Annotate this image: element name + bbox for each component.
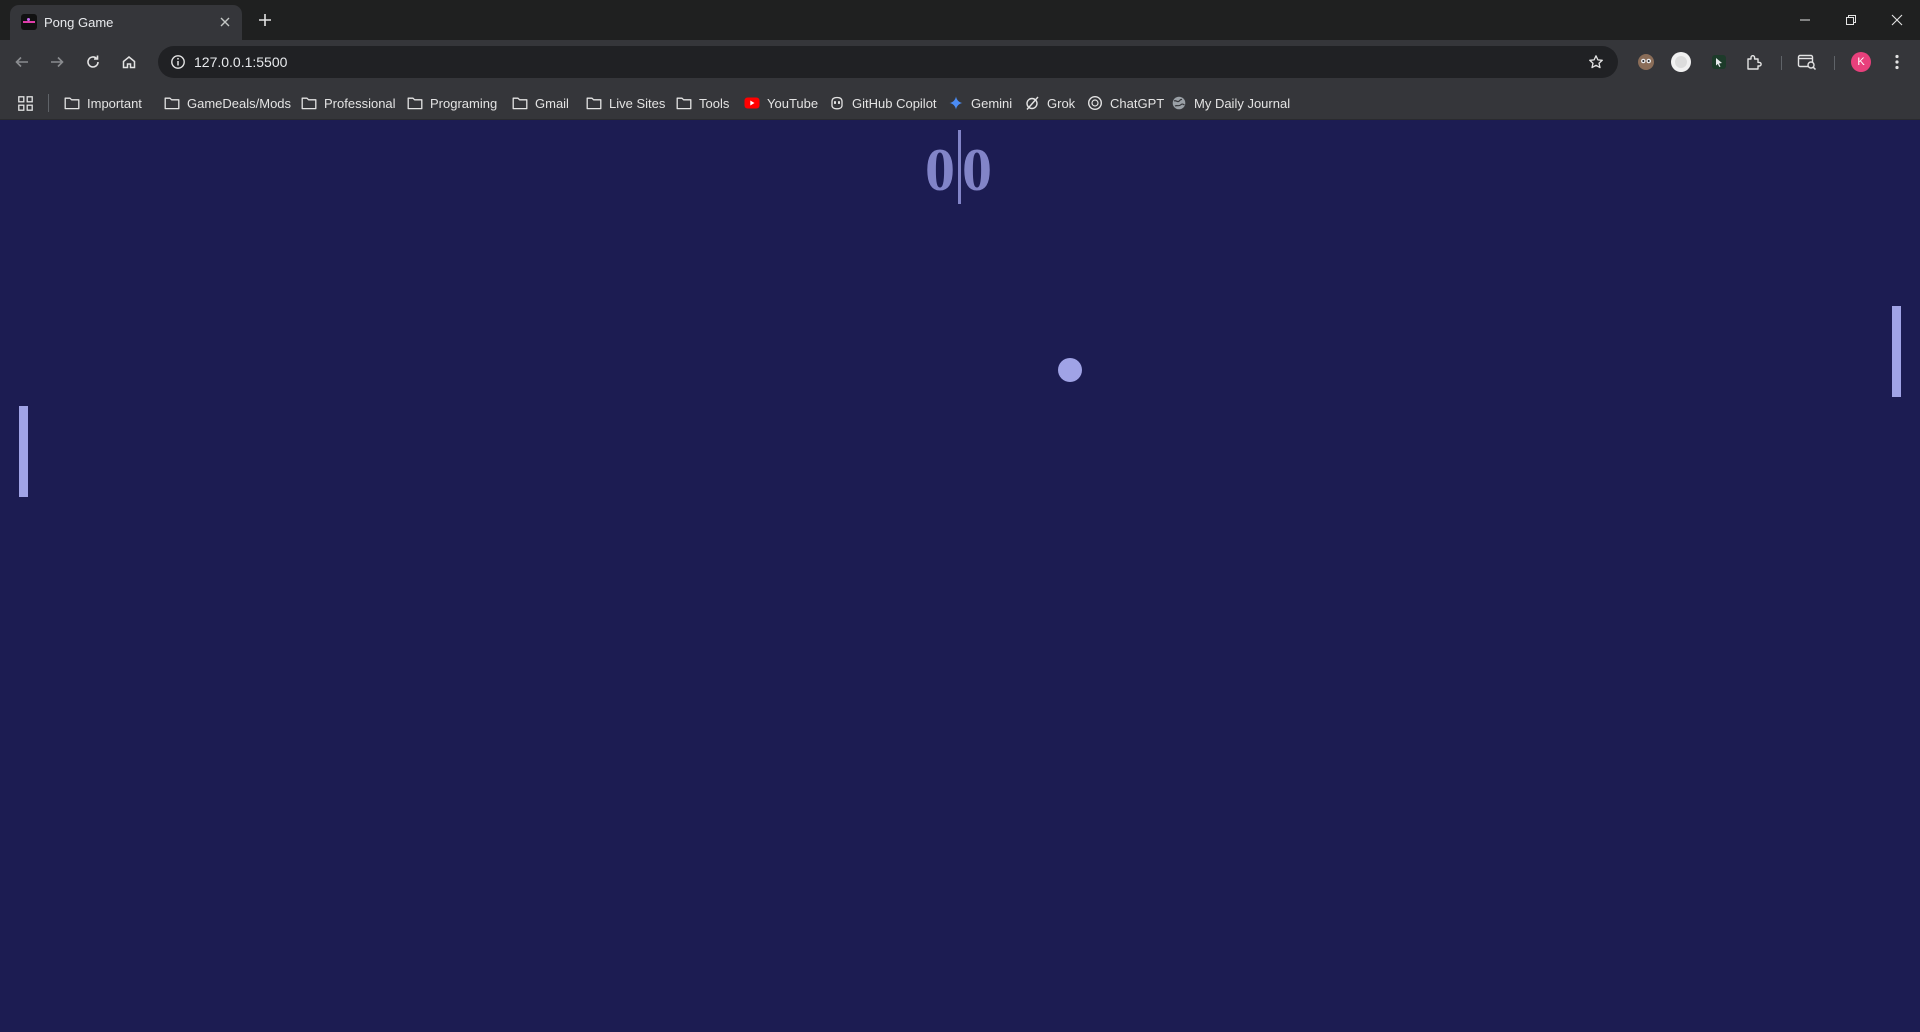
bookmark-tools[interactable]: Tools	[676, 91, 729, 115]
score-divider	[958, 130, 961, 204]
bookmark-label: ChatGPT	[1110, 95, 1165, 111]
bookmark-grok[interactable]: Grok	[1024, 91, 1075, 115]
bookmark-chatgpt[interactable]: ChatGPT	[1087, 91, 1164, 115]
bookmark-label: YouTube	[767, 95, 819, 111]
chatgpt-icon	[1087, 95, 1103, 111]
bookmark-gmail[interactable]: Gmail	[512, 91, 569, 115]
tab-favicon-icon	[21, 14, 37, 30]
profile-avatar[interactable]: K	[1849, 50, 1873, 74]
right-paddle	[1892, 306, 1901, 397]
address-bar[interactable]: 127.0.0.1:5500	[158, 46, 1618, 78]
folder-icon	[676, 95, 692, 111]
extension-avatar-icon[interactable]	[1634, 50, 1658, 74]
pong-ball	[1058, 358, 1082, 382]
folder-icon	[586, 95, 602, 111]
toolbar-divider	[1781, 56, 1782, 70]
close-window-button[interactable]	[1874, 0, 1920, 40]
bookmark-my-daily-journal[interactable]: My Daily Journal	[1171, 91, 1290, 115]
bookmark-important[interactable]: Important	[64, 91, 142, 115]
bookmarks-divider	[48, 94, 49, 112]
folder-icon	[164, 95, 180, 111]
bookmark-label: Grok	[1047, 95, 1076, 111]
url-text[interactable]: 127.0.0.1:5500	[194, 54, 287, 70]
minimize-button[interactable]	[1782, 0, 1828, 40]
extension-cursor-icon[interactable]	[1707, 50, 1731, 74]
left-player-score: 0	[925, 137, 955, 203]
bookmark-programing[interactable]: Programing	[407, 91, 497, 115]
folder-icon	[64, 95, 80, 111]
bookmark-label: Gemini	[971, 95, 1013, 111]
browser-toolbar: 127.0.0.1:5500 K	[0, 40, 1920, 84]
home-button[interactable]	[114, 47, 144, 77]
restore-button[interactable]	[1828, 0, 1874, 40]
extension-circle-icon[interactable]	[1669, 50, 1693, 74]
bookmark-gemini[interactable]: Gemini	[948, 91, 1012, 115]
bookmark-gamedeals-mods[interactable]: GameDeals/Mods	[164, 91, 291, 115]
bookmark-professional[interactable]: Professional	[301, 91, 396, 115]
tab-strip: Pong Game	[0, 0, 1920, 40]
right-player-score: 0	[962, 137, 992, 203]
tab-search-icon[interactable]	[1795, 50, 1819, 74]
back-button[interactable]	[7, 47, 37, 77]
bookmarks-bar: Important GameDeals/Mods Professional Pr…	[0, 84, 1920, 120]
new-tab-button[interactable]	[252, 7, 278, 33]
bookmark-label: Gmail	[535, 95, 569, 111]
bookmark-star-icon[interactable]	[1584, 50, 1608, 74]
bookmark-live-sites[interactable]: Live Sites	[586, 91, 665, 115]
folder-icon	[512, 95, 528, 111]
youtube-icon	[744, 95, 760, 111]
bookmark-youtube[interactable]: YouTube	[744, 91, 818, 115]
menu-kebab-icon[interactable]	[1885, 50, 1909, 74]
pong-game-area[interactable]: 0 0	[0, 120, 1920, 1032]
bookmark-label: GameDeals/Mods	[187, 95, 292, 111]
gemini-icon	[948, 95, 964, 111]
bookmark-github-copilot[interactable]: GitHub Copilot	[829, 91, 937, 115]
toolbar-divider	[1834, 56, 1835, 70]
tab-title: Pong Game	[44, 15, 114, 30]
bookmark-label: Professional	[324, 95, 396, 111]
bookmark-label: Live Sites	[609, 95, 666, 111]
left-paddle	[19, 406, 28, 497]
bookmark-label: GitHub Copilot	[852, 95, 937, 111]
folder-icon	[407, 95, 423, 111]
close-tab-icon[interactable]	[216, 13, 234, 31]
tab-pong-game[interactable]: Pong Game	[10, 5, 242, 40]
folder-icon	[301, 95, 317, 111]
bookmark-label: Tools	[699, 95, 730, 111]
site-info-icon[interactable]	[166, 50, 190, 74]
bookmark-label: Programing	[430, 95, 498, 111]
apps-grid-icon[interactable]	[14, 92, 36, 114]
grok-icon	[1024, 95, 1040, 111]
copilot-icon	[829, 95, 845, 111]
bookmark-label: Important	[87, 95, 142, 111]
forward-button[interactable]	[42, 47, 72, 77]
reload-button[interactable]	[78, 47, 108, 77]
extensions-puzzle-icon[interactable]	[1742, 50, 1766, 74]
profile-initial: K	[1851, 52, 1871, 72]
globe-icon	[1171, 95, 1187, 111]
bookmark-label: My Daily Journal	[1194, 95, 1291, 111]
